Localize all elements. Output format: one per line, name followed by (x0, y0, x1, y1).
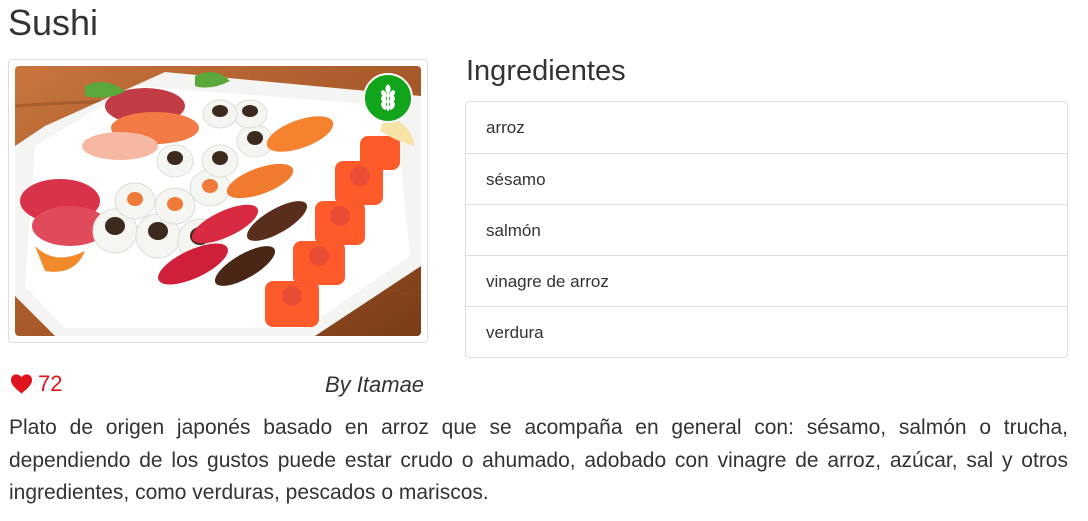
like-button[interactable]: 72 (10, 370, 62, 398)
list-item: vinagre de arroz (466, 255, 1067, 306)
ingredients-list: arroz sésamo salmón vinagre de arroz ver… (465, 101, 1068, 358)
list-item: arroz (486, 118, 525, 137)
list-item: sésamo (466, 153, 1067, 204)
recipe-photo (15, 66, 421, 336)
like-count: 72 (38, 371, 63, 396)
list-item: salmón (466, 204, 1067, 255)
ingredients-heading: Ingredientes (466, 55, 626, 87)
recipe-image-card (8, 59, 428, 343)
recipe-description: Plato de origen japonés basado en arroz … (9, 416, 1068, 504)
page-title: Sushi (8, 2, 99, 43)
wheat-icon (363, 73, 413, 123)
heart-icon (10, 374, 33, 394)
author-label: By Itamae (325, 372, 425, 397)
recipe-page: Sushi Ingredientes arroz sésamo salmón v… (0, 0, 1088, 521)
list-item: verdura (466, 306, 1067, 357)
